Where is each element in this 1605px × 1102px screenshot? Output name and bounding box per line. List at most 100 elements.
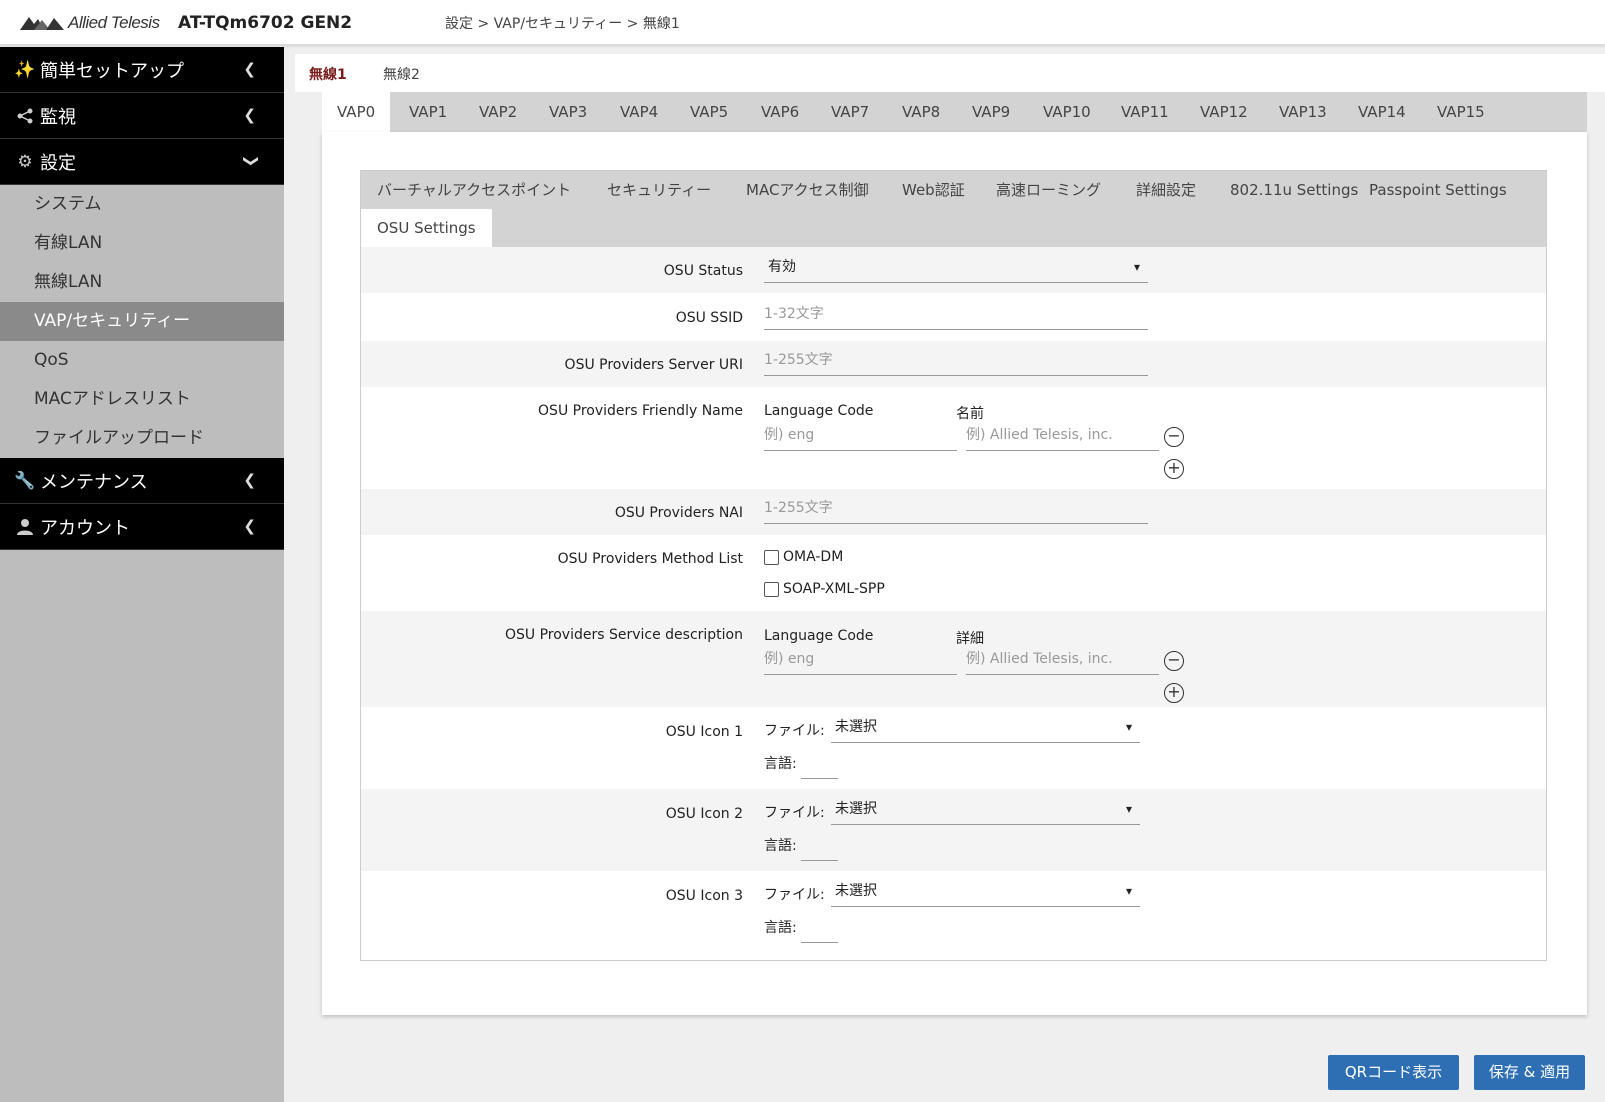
- osu-status-value: 有効: [768, 259, 796, 275]
- remove-service-desc-button[interactable]: −: [1164, 651, 1184, 671]
- sidebar-item-easy-setup[interactable]: ✨ 簡単セットアップ ❮: [0, 47, 284, 93]
- qr-code-button[interactable]: QRコード表示: [1328, 1055, 1459, 1090]
- tab-security[interactable]: セキュリティー: [591, 171, 727, 209]
- osu-ssid-label: OSU SSID: [675, 310, 743, 326]
- tab-osu-settings[interactable]: OSU Settings: [361, 209, 492, 247]
- soap-xml-spp-label: SOAP-XML-SPP: [783, 581, 885, 597]
- tab-radio1[interactable]: 無線1: [309, 64, 347, 84]
- friendly-name-lang-input[interactable]: 例) eng: [764, 421, 957, 451]
- tab-vap2[interactable]: VAP2: [464, 92, 532, 132]
- osu-icon-1-file-value: 未選択: [835, 719, 877, 735]
- osu-icon-3-file-label: ファイル:: [764, 887, 825, 903]
- tab-80211u-settings[interactable]: 802.11u Settings: [1214, 171, 1374, 209]
- service-desc-lang-header: Language Code: [764, 628, 874, 644]
- sidebar-item-account[interactable]: アカウント ❮: [0, 504, 284, 550]
- add-friendly-name-button[interactable]: +: [1164, 459, 1184, 479]
- tab-vap3[interactable]: VAP3: [534, 92, 602, 132]
- add-service-desc-button[interactable]: +: [1164, 683, 1184, 703]
- oma-dm-checkbox[interactable]: OMA-DM: [764, 549, 843, 565]
- row-nai: OSU Providers NAI 1-255文字: [361, 489, 1546, 535]
- tab-web-auth[interactable]: Web認証: [886, 171, 981, 209]
- osu-ssid-input[interactable]: 1-32文字: [764, 300, 1148, 330]
- sidebar-sub-system[interactable]: システム: [0, 185, 284, 224]
- tab-vap10[interactable]: VAP10: [1028, 92, 1106, 132]
- tab-vap13[interactable]: VAP13: [1264, 92, 1342, 132]
- osu-icon-2-file-select[interactable]: 未選択 ▾: [831, 795, 1140, 825]
- nai-label: OSU Providers NAI: [614, 505, 743, 521]
- tab-vap4[interactable]: VAP4: [605, 92, 673, 132]
- osu-server-uri-input[interactable]: 1-255文字: [764, 346, 1148, 376]
- sidebar-item-label: 設定: [40, 152, 76, 174]
- osu-ssid-placeholder: 1-32文字: [764, 306, 824, 322]
- tab-mac-access-control[interactable]: MACアクセス制御: [730, 171, 885, 209]
- chevron-left-icon: ❮: [243, 517, 256, 535]
- tab-vap7[interactable]: VAP7: [816, 92, 884, 132]
- tab-vap11[interactable]: VAP11: [1106, 92, 1184, 132]
- tab-radio2[interactable]: 無線2: [383, 64, 420, 84]
- row-osu-icon-3: OSU Icon 3 ファイル: 未選択 ▾ 言語:: [361, 871, 1546, 953]
- soap-xml-spp-checkbox[interactable]: SOAP-XML-SPP: [764, 581, 885, 597]
- tab-vap12[interactable]: VAP12: [1185, 92, 1263, 132]
- service-desc-lang-input[interactable]: 例) eng: [764, 645, 957, 675]
- osu-icon-2-lang-label: 言語:: [764, 838, 797, 854]
- tab-vap5[interactable]: VAP5: [675, 92, 743, 132]
- remove-friendly-name-button[interactable]: −: [1164, 427, 1184, 447]
- osu-icon-2-file-value: 未選択: [835, 801, 877, 817]
- tab-vap14[interactable]: VAP14: [1343, 92, 1421, 132]
- sidebar-item-label: メンテナンス: [40, 471, 148, 493]
- chevron-left-icon: ❮: [243, 106, 256, 124]
- tab-virtual-access-point[interactable]: バーチャルアクセスポイント: [361, 171, 587, 209]
- row-osu-ssid: OSU SSID 1-32文字: [361, 293, 1546, 341]
- osu-icon-3-lang-label: 言語:: [764, 920, 797, 936]
- gear-icon: ⚙: [17, 151, 33, 172]
- sidebar-sub-mac-address-list[interactable]: MACアドレスリスト: [0, 380, 284, 419]
- sidebar-item-label: 簡単セットアップ: [40, 60, 184, 82]
- tab-passpoint-settings[interactable]: Passpoint Settings: [1353, 171, 1523, 209]
- friendly-name-name-input[interactable]: 例) Allied Telesis, inc.: [966, 421, 1159, 451]
- tab-vap1[interactable]: VAP1: [394, 92, 462, 132]
- osu-status-select[interactable]: 有効 ▾: [764, 253, 1148, 283]
- chevron-down-icon: ▾: [1125, 802, 1132, 816]
- sidebar-sub-wireless-lan[interactable]: 無線LAN: [0, 263, 284, 302]
- tab-vap0[interactable]: VAP0: [322, 92, 391, 132]
- osu-icon-1-lang-label: 言語:: [764, 756, 797, 772]
- osu-icon-1-file-label: ファイル:: [764, 723, 825, 739]
- user-icon: [14, 516, 36, 538]
- osu-icon-2-lang-input[interactable]: [801, 829, 838, 861]
- checkbox-box[interactable]: [764, 549, 779, 565]
- sidebar-item-monitor[interactable]: 監視 ❮: [0, 93, 284, 139]
- sidebar-sub-wired-lan[interactable]: 有線LAN: [0, 224, 284, 263]
- sidebar-item-settings[interactable]: ⚙ 設定 ❮: [0, 139, 284, 185]
- tab-vap6[interactable]: VAP6: [746, 92, 814, 132]
- save-apply-button[interactable]: 保存 & 適用: [1474, 1055, 1585, 1090]
- osu-icon-1-file-select[interactable]: 未選択 ▾: [831, 713, 1140, 743]
- tab-vap15[interactable]: VAP15: [1422, 92, 1500, 132]
- sidebar-item-maintenance[interactable]: 🔧 メンテナンス ❮: [0, 458, 284, 504]
- osu-icon-1-label: OSU Icon 1: [665, 724, 743, 740]
- device-model: AT-TQm6702 GEN2: [178, 13, 353, 33]
- osu-icon-1-lang-input[interactable]: [801, 747, 838, 779]
- top-bar: Allied Telesis AT-TQm6702 GEN2 設定 > VAP/…: [0, 0, 1605, 45]
- tab-vap8[interactable]: VAP8: [887, 92, 955, 132]
- friendly-name-name-header: 名前: [956, 406, 984, 422]
- osu-icon-3-label: OSU Icon 3: [665, 888, 743, 904]
- logo-text: Allied Telesis: [68, 13, 160, 32]
- sidebar-sub-qos[interactable]: QoS: [0, 341, 284, 380]
- vap-panel: バーチャルアクセスポイント セキュリティー MACアクセス制御 Web認証 高速…: [322, 132, 1587, 1015]
- osu-icon-3-file-select[interactable]: 未選択 ▾: [831, 877, 1140, 907]
- service-desc-detail-input[interactable]: 例) Allied Telesis, inc.: [966, 645, 1159, 675]
- breadcrumb: 設定 > VAP/セキュリティー > 無線1: [445, 16, 680, 32]
- tab-advanced[interactable]: 詳細設定: [1120, 171, 1212, 209]
- tab-fast-roaming[interactable]: 高速ローミング: [980, 171, 1117, 209]
- chevron-down-icon: ▾: [1125, 884, 1132, 898]
- tab-vap9[interactable]: VAP9: [957, 92, 1025, 132]
- osu-icon-3-lang-input[interactable]: [801, 911, 838, 943]
- sidebar-sub-vap-security[interactable]: VAP/セキュリティー: [0, 302, 284, 341]
- checkbox-box[interactable]: [764, 581, 779, 597]
- nai-input[interactable]: 1-255文字: [764, 494, 1148, 524]
- osu-status-label: OSU Status: [663, 263, 743, 279]
- sidebar-sub-file-upload[interactable]: ファイルアップロード: [0, 419, 284, 458]
- row-osu-icon-2: OSU Icon 2 ファイル: 未選択 ▾ 言語:: [361, 789, 1546, 871]
- osu-server-uri-placeholder: 1-255文字: [764, 352, 833, 368]
- friendly-name-lang-header: Language Code: [764, 403, 874, 419]
